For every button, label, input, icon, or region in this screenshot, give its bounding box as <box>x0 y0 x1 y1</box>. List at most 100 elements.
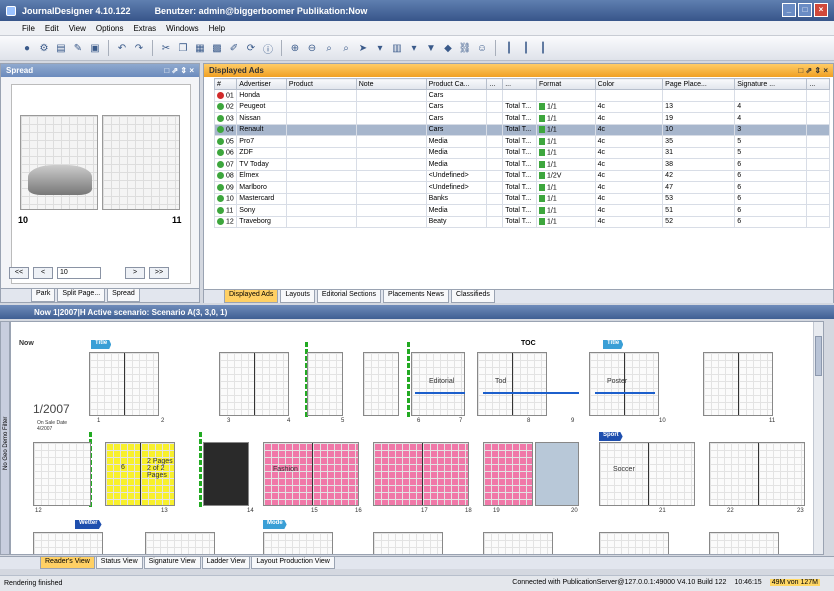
tab-layouts[interactable]: Layouts <box>280 290 315 303</box>
tab-editorial-sections[interactable]: Editorial Sections <box>316 290 381 303</box>
zoom-fit-icon[interactable]: ⌕ <box>322 41 336 55</box>
first-page-button[interactable]: << <box>9 267 29 279</box>
next-page-button[interactable]: > <box>125 267 145 279</box>
page-number-input[interactable]: 10 <box>57 267 101 279</box>
info-icon[interactable]: ⓘ <box>261 41 275 56</box>
page-spread[interactable] <box>263 532 333 554</box>
maximize-button[interactable]: □ <box>798 3 812 17</box>
ads-table-row[interactable]: 11 Sony Media Total T... 1/1 4c 51 6 <box>213 204 830 217</box>
settings-icon[interactable]: ⚙ <box>37 41 51 55</box>
spread-right-page[interactable] <box>102 115 180 210</box>
col-note[interactable]: Note <box>355 78 427 90</box>
tab-status-view[interactable]: Status View <box>95 557 143 569</box>
menu-help[interactable]: Help <box>209 24 225 33</box>
prev-page-button[interactable]: < <box>33 267 53 279</box>
page-spread[interactable] <box>145 532 215 554</box>
col-page-placement[interactable]: Page Place... <box>662 78 736 90</box>
col-product-category[interactable]: Product Ca... <box>425 78 488 90</box>
ads-table-row[interactable]: 12 Traveborg Beaty Total T... 1/1 4c 52 6 <box>213 215 830 228</box>
page-spread[interactable] <box>89 352 159 416</box>
page-spread[interactable] <box>477 352 547 416</box>
tab-readers-view[interactable]: Reader's View <box>40 557 95 569</box>
ads-table-row[interactable]: 03 Nissan Cars Total T... 1/1 4c 19 4 <box>213 112 830 125</box>
page-spread[interactable] <box>599 532 669 554</box>
panel-controls-icon[interactable]: □ ⇗ ⇕ × <box>164 66 194 75</box>
panel-controls-icon[interactable]: □ ⇗ ⇕ × <box>798 66 828 75</box>
menu-edit[interactable]: Edit <box>45 24 59 33</box>
col-color[interactable]: Color <box>594 78 664 90</box>
col-advertiser[interactable]: Advertiser <box>236 78 287 90</box>
columns-icon[interactable]: ┃ <box>502 41 516 55</box>
col-extra-2[interactable]: ... <box>502 78 537 90</box>
page-spread[interactable] <box>483 532 553 554</box>
tab-ladder-view[interactable]: Ladder View <box>201 557 251 569</box>
menu-extras[interactable]: Extras <box>133 24 156 33</box>
ads-table-row[interactable]: 07 TV Today Media Total T... 1/1 4c 38 6 <box>213 158 830 171</box>
zoom-out-icon[interactable]: ⊖ <box>305 41 319 55</box>
columns3-icon[interactable]: ┃ <box>536 41 550 55</box>
zoom-in-icon[interactable]: ⊕ <box>288 41 302 55</box>
columns2-icon[interactable]: ┃ <box>519 41 533 55</box>
page-single[interactable] <box>307 352 343 416</box>
undo-icon[interactable]: ↶ <box>115 41 129 55</box>
paste-icon[interactable]: ▦ <box>193 41 207 55</box>
pen-icon[interactable]: ✐ <box>227 41 241 55</box>
ads-table-row[interactable]: 10 Mastercard Banks Total T... 1/1 4c 53 6 <box>213 192 830 205</box>
page-single[interactable] <box>363 352 399 416</box>
zoom-page-icon[interactable]: ⌕ <box>339 41 353 55</box>
col-extra-1[interactable]: ... <box>486 78 504 90</box>
page-spread[interactable] <box>709 532 779 554</box>
tab-displayed-ads[interactable]: Displayed Ads <box>224 290 279 303</box>
ads-table-row[interactable]: 02 Peugeot Cars Total T... 1/1 4c 13 4 <box>213 100 830 113</box>
ads-table-row[interactable]: 01 Honda Cars <box>213 89 830 102</box>
tab-layout-production-view[interactable]: Layout Production View <box>251 557 335 569</box>
menu-windows[interactable]: Windows <box>166 24 198 33</box>
ads-table-row[interactable]: 04 Renault Cars Total T... 1/1 4c 10 3 <box>213 123 830 136</box>
menu-view[interactable]: View <box>69 24 86 33</box>
cut-icon[interactable]: ✂ <box>159 41 173 55</box>
tab-park[interactable]: Park <box>31 289 56 302</box>
ladder-scrollbar[interactable] <box>813 322 823 554</box>
col-product[interactable]: Product <box>285 78 357 90</box>
pages-dropdown-icon[interactable]: ▾ <box>407 41 421 55</box>
refresh-icon[interactable]: ⟳ <box>244 41 258 55</box>
page-spread[interactable] <box>33 532 103 554</box>
page-single-pink[interactable] <box>483 442 533 506</box>
save-icon[interactable]: ▣ <box>88 41 102 55</box>
col-number[interactable]: # <box>213 78 238 90</box>
record-icon[interactable]: ● <box>20 41 34 55</box>
tab-classifieds[interactable]: Classifieds <box>451 290 495 303</box>
ads-table-row[interactable]: 08 Elmex <Undefined> Total T... 1/2V 4c 42 6 <box>213 169 830 182</box>
page-spread-pink[interactable] <box>373 442 469 506</box>
col-format[interactable]: Format <box>536 78 596 90</box>
tab-split-page[interactable]: Split Page... <box>57 289 106 302</box>
page-spread[interactable] <box>373 532 443 554</box>
color-icon[interactable]: ◆ <box>441 41 455 55</box>
ads-table-row[interactable]: 05 Pro7 Media Total T... 1/1 4c 35 5 <box>213 135 830 148</box>
tab-spread[interactable]: Spread <box>107 289 140 302</box>
ad-page-image[interactable] <box>535 442 579 506</box>
link-icon[interactable]: ⛓ <box>458 41 472 55</box>
tab-placements-news[interactable]: Placements News <box>382 290 450 303</box>
pages-icon[interactable]: ▥ <box>390 41 404 55</box>
scroll-thumb[interactable] <box>815 336 822 376</box>
ads-table-row[interactable]: 09 Marlboro <Undefined> Total T... 1/1 4c 47 6 <box>213 181 830 194</box>
ad-page-image[interactable] <box>203 442 249 506</box>
layout-dropdown-icon[interactable]: ▾ <box>373 41 387 55</box>
page-spread[interactable] <box>703 352 773 416</box>
users-icon[interactable]: ☺ <box>475 41 489 55</box>
menu-file[interactable]: File <box>22 24 35 33</box>
pointer-icon[interactable]: ➤ <box>356 41 370 55</box>
filter-sidebar[interactable]: No Geo Demo Filter <box>0 321 10 555</box>
col-extra-3[interactable]: ... <box>806 78 830 90</box>
copy-icon[interactable]: ❐ <box>176 41 190 55</box>
last-page-button[interactable]: >> <box>149 267 169 279</box>
page-spread[interactable] <box>219 352 289 416</box>
edit-icon[interactable]: ✎ <box>71 41 85 55</box>
image-icon[interactable]: ▩ <box>210 41 224 55</box>
tab-signature-view[interactable]: Signature View <box>143 557 201 569</box>
minimize-button[interactable]: _ <box>782 3 796 17</box>
col-signature[interactable]: Signature ... <box>734 78 808 90</box>
open-icon[interactable]: ▤ <box>54 41 68 55</box>
page-spread[interactable] <box>599 442 695 506</box>
